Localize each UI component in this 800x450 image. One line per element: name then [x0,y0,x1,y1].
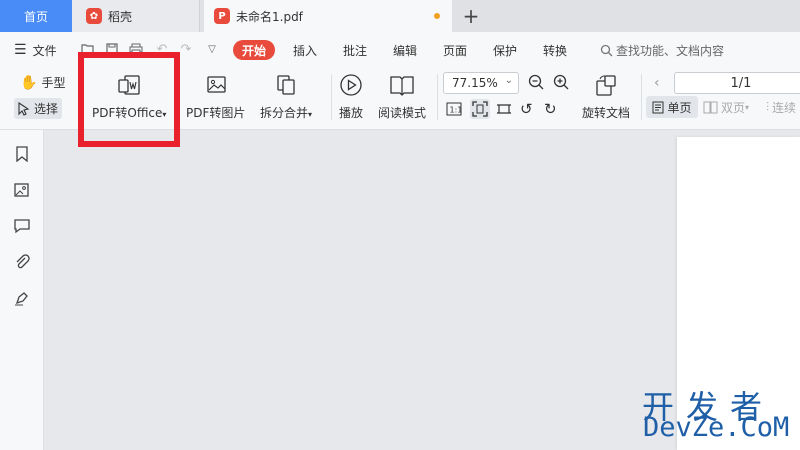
menu-insert[interactable]: 插入 [293,40,317,60]
double-page-button[interactable]: 双页 ▾ [703,99,749,116]
menu-page[interactable]: 页面 [443,40,467,60]
rotate-left-icon: ↺ [520,100,533,118]
continuous-button[interactable]: ⫶ 连续 [766,99,796,116]
menu-convert-label: 转换 [543,43,568,58]
rotate-right-icon: ↻ [544,100,557,118]
left-sidebar [0,130,44,450]
pdf-to-image-icon [203,72,229,98]
rotate-left-button[interactable]: ↺ [520,100,533,118]
pdf-to-image-button[interactable]: PDF转图片 [186,72,245,121]
tab-bar: 首页 ✿ 稻壳 P 未命名1.pdf + [0,0,800,32]
tab-home[interactable]: 首页 [0,0,72,32]
zoom-value: 77.15% [452,76,498,90]
double-page-label: 双页 [721,101,746,115]
ribbon-separator [641,74,642,120]
zoom-in-button[interactable] [553,74,569,90]
docer-logo-icon: ✿ [86,8,102,24]
actual-size-icon: 1:1 [446,102,462,116]
pdf-to-image-label: PDF转图片 [186,106,246,120]
single-page-label: 单页 [667,100,692,115]
zoom-out-icon [528,74,544,90]
fit-page-button[interactable] [470,99,490,119]
chevron-down-icon: ⌄ [504,75,513,86]
read-mode-label: 阅读模式 [378,106,427,120]
cursor-icon [18,101,30,116]
thumbnail-icon[interactable] [12,180,32,200]
fit-width-button[interactable] [496,102,512,116]
svg-text:1:1: 1:1 [450,106,463,115]
rotate-right-button[interactable]: ↻ [544,100,557,118]
page-number-value: 1/1 [730,75,752,91]
file-menu-label: 文件 [32,43,57,58]
attachment-icon[interactable] [12,252,32,272]
search-placeholder: 查找功能、文档内容 [616,43,725,58]
ribbon-separator [437,74,438,120]
menu-page-label: 页面 [443,43,468,58]
single-page-icon [652,101,664,113]
split-merge-label: 拆分合并 [260,106,309,120]
select-tool-button[interactable]: 选择 [14,98,63,119]
file-menu[interactable]: ☰ 文件 [14,40,57,60]
search-icon [600,44,613,56]
new-tab-button[interactable]: + [456,0,486,32]
split-merge-icon [273,72,299,98]
menu-protect-label: 保护 [493,43,518,58]
ribbon-separator [331,74,332,120]
actual-size-button[interactable]: 1:1 [446,102,462,116]
zoom-select[interactable]: 77.15% ⌄ [443,72,519,94]
chevron-left-icon: ‹ [654,75,660,91]
pdf-file-icon: P [214,8,230,24]
menu-insert-label: 插入 [293,43,318,58]
book-icon [389,72,415,98]
continuous-label: 连续 [772,101,797,115]
play-label: 播放 [338,106,363,120]
tab-document-label: 未命名1.pdf [236,9,303,24]
fit-page-icon [472,101,488,117]
menu-protect[interactable]: 保护 [493,40,517,60]
play-button[interactable]: 播放 [338,72,364,121]
read-mode-button[interactable]: 阅读模式 [378,72,426,121]
dropdown-arrow-icon: ▾ [308,110,313,119]
zoom-out-button[interactable] [528,74,544,90]
watermark-domain: DevZe.CoM [643,412,790,443]
previous-page-button[interactable]: ‹ [654,75,660,91]
menu-edit[interactable]: 编辑 [393,40,417,60]
single-page-button[interactable]: 单页 [646,96,698,118]
play-icon [338,72,364,98]
quick-access-dropdown-icon[interactable]: ▽ [204,41,220,57]
menu-start[interactable]: 开始 [233,40,276,60]
page-number-input[interactable]: 1/1 [674,72,800,94]
highlight-box [78,52,180,147]
add-icon: + [462,4,480,28]
search-box[interactable]: 查找功能、文档内容 [600,40,724,60]
hand-tool-label: 手型 [41,76,66,90]
menu-start-label: 开始 [242,43,267,58]
signature-icon[interactable] [12,288,32,308]
double-page-icon [703,101,718,114]
menu-comment[interactable]: 批注 [343,40,367,60]
select-tool-label: 选择 [34,102,59,116]
continuous-icon: ⫶ [766,100,770,114]
unsaved-indicator [434,13,440,19]
tab-docer[interactable]: ✿ 稻壳 [72,0,200,32]
comment-icon[interactable] [12,216,32,236]
menu-comment-label: 批注 [343,43,368,58]
hand-icon: ✋ [20,74,38,91]
rotate-document-label: 旋转文档 [582,106,631,120]
dropdown-arrow-icon: ▾ [745,103,750,112]
split-merge-button[interactable]: 拆分合并▾ [260,72,312,121]
bookmark-icon[interactable] [12,144,32,164]
hamburger-icon: ☰ [14,42,27,58]
tab-home-label: 首页 [23,9,48,24]
rotate-document-icon [593,72,619,98]
tab-document[interactable]: P 未命名1.pdf [204,0,452,32]
fit-width-icon [497,104,511,114]
menu-convert[interactable]: 转换 [543,40,567,60]
tab-docer-label: 稻壳 [108,9,133,24]
menu-edit-label: 编辑 [393,43,418,58]
redo-icon[interactable]: ↷ [178,41,194,57]
hand-tool-button[interactable]: ✋ 手型 [20,74,65,91]
rotate-document-button[interactable]: 旋转文档 [582,72,630,121]
zoom-in-icon [553,74,569,90]
